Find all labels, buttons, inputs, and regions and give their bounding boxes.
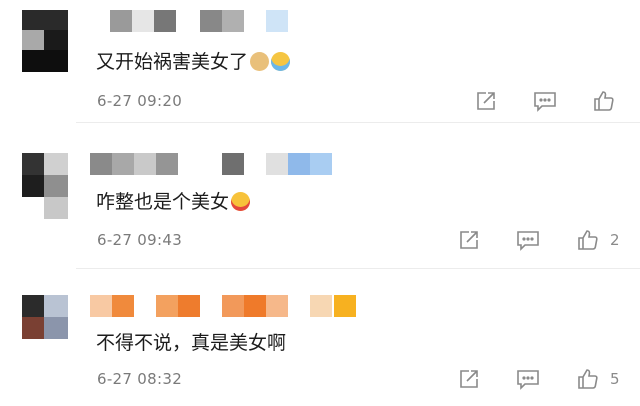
share-button[interactable] (458, 229, 480, 251)
like-count: 2 (610, 231, 620, 249)
comment-time: 6-27 09:20 (97, 92, 183, 110)
comment-button[interactable] (516, 368, 540, 390)
thumbs-up-icon (578, 369, 598, 389)
avatar[interactable] (22, 153, 68, 219)
doge-emoji (250, 52, 270, 71)
like-count: 5 (610, 370, 620, 388)
comment-item-1: 又开始祸害美女了 6-27 09:20 (0, 0, 640, 122)
laughing-crying-emoji (271, 52, 291, 71)
comment-icon (517, 370, 539, 390)
username-pixelated[interactable] (90, 10, 290, 32)
share-icon (460, 370, 478, 388)
avatar[interactable] (22, 10, 68, 72)
comment-icon (534, 92, 556, 112)
comment-item-3: 不得不说，真是美女啊 6-27 08:32 5 (0, 269, 640, 406)
like-button[interactable] (592, 89, 616, 113)
thumbs-up-icon (594, 91, 614, 111)
share-icon (460, 231, 478, 249)
share-button[interactable] (458, 368, 480, 390)
comment-time: 6-27 08:32 (97, 370, 183, 388)
thumbs-up-icon (578, 230, 598, 250)
comment-text: 又开始祸害美女了 (96, 47, 291, 74)
like-button[interactable]: 5 (576, 367, 620, 391)
comment-item-2: 咋整也是个美女 6-27 09:43 2 (0, 123, 640, 266)
heart-eyes-emoji (231, 192, 251, 211)
share-icon (477, 92, 495, 110)
comment-text: 咋整也是个美女 (96, 187, 251, 214)
username-pixelated[interactable] (90, 153, 340, 175)
comment-button[interactable] (533, 90, 557, 112)
avatar[interactable] (22, 295, 68, 339)
share-button[interactable] (475, 90, 497, 112)
like-button[interactable]: 2 (576, 228, 620, 252)
username-pixelated[interactable] (90, 295, 360, 317)
comment-button[interactable] (516, 229, 540, 251)
comment-text: 不得不说，真是美女啊 (96, 332, 287, 354)
comment-time: 6-27 09:43 (97, 231, 183, 249)
comment-icon (517, 231, 539, 251)
